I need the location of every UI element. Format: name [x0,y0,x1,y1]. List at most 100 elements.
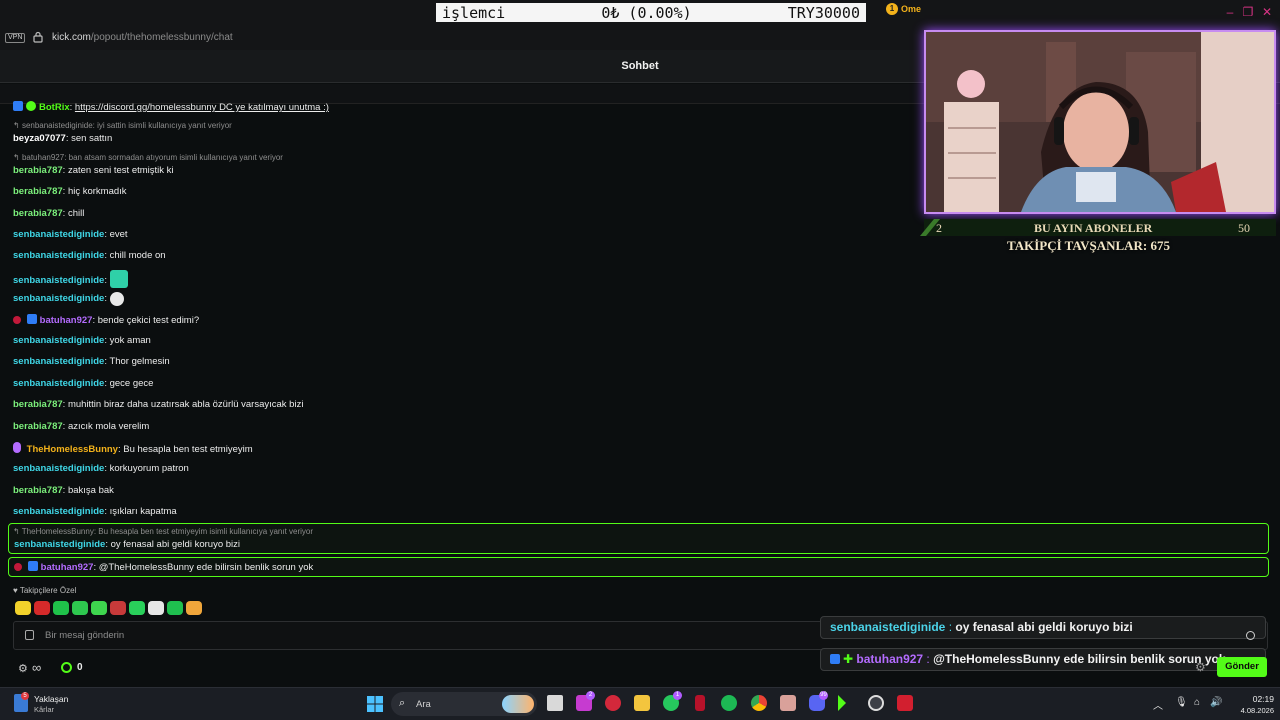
overlay-username: batuhan927 [856,652,924,666]
chat-username[interactable]: BotRix [39,102,70,113]
emote-icon[interactable] [167,601,183,615]
close-icon[interactable]: ✕ [1261,6,1273,18]
spotify-icon[interactable] [721,695,737,711]
image-viewer-icon[interactable] [780,695,796,711]
verified-badge-icon [26,101,36,111]
chat-text: bende çekici test edimi? [97,315,200,326]
emote-icon[interactable] [53,601,69,615]
maximize-icon[interactable]: ❐ [1242,6,1254,18]
chat-username[interactable]: beyza07077 [13,133,66,144]
chat-username[interactable]: batuhan927 [41,562,94,573]
network-icon[interactable]: ⌂ [1194,697,1200,708]
emote-icon[interactable] [110,601,126,615]
emote-icon[interactable] [109,292,124,306]
emoji-picker-icon[interactable] [1246,631,1255,640]
chat-text: oy fenasal abi geldi koruyo bizi [110,539,240,550]
emote-icon[interactable] [72,601,88,615]
plus-badge-icon: ✚ [843,652,854,666]
minimize-icon[interactable]: – [1224,6,1236,18]
chat-username[interactable]: berabia787 [13,421,63,432]
bot-badge-icon [27,561,38,571]
chat-text: Thor gelmesin [109,356,170,367]
emote-icon[interactable] [34,601,50,615]
settings-icon[interactable]: ⚙ [18,662,28,675]
ticker-label: işlemci [442,3,506,22]
chat-username[interactable]: berabia787 [13,399,63,410]
vpn-badge[interactable]: VPN [5,33,26,43]
emote-icon[interactable] [109,270,128,288]
notification-badge: 1 [673,691,682,700]
chat-username[interactable]: senbanaistediginide [13,250,104,261]
chat-username[interactable]: berabia787 [13,485,63,496]
chat-username[interactable]: senbanaistediginide [13,229,104,240]
chat-username[interactable]: batuhan927 [40,315,93,326]
chrome-icon[interactable] [751,695,767,711]
chat-settings-icon[interactable]: ⚙ [1195,660,1206,674]
chat-username[interactable]: berabia787 [13,208,63,219]
price-ticker: işlemci 0₺ (0.00%) TRY30000 [436,3,866,22]
channel-points-icon[interactable] [61,662,72,673]
chat-message: batuhan927: @TheHomelessBunny ede bilirs… [14,561,313,573]
chat-username[interactable]: senbanaistediginide [13,356,104,367]
overlay-separator: : [945,620,956,634]
send-button[interactable]: Gönder [1217,657,1267,677]
chat-text: ışıkları kapatma [109,506,177,517]
chat-input-placeholder: Bir mesaj gönderin [45,630,125,641]
app-icon[interactable] [695,695,705,711]
chat-username[interactable]: senbanaistediginide [13,506,104,517]
chevron-up-icon[interactable]: ︿ [1153,697,1163,712]
microphone-icon[interactable]: 🎙 [1175,697,1188,708]
windows-start-icon[interactable] [367,696,383,712]
chat-username[interactable]: senbanaistediginide [13,378,104,389]
chat-message: senbanaistediginide: chill mode on [13,250,166,261]
clock-date[interactable]: 4.08.2026 [1222,706,1274,715]
chat-username[interactable]: senbanaistediginide [14,539,105,550]
chat-message: berabia787: azıcık mola verelim [13,421,150,432]
chat-username[interactable]: senbanaistediginide [13,463,104,474]
subscriber-goal-title: BU AYIN ABONELER [1034,221,1153,235]
leaderboard-user[interactable]: Ome [901,4,921,14]
chat-username[interactable]: berabia787 [13,186,63,197]
address-bar[interactable]: kick.com/popout/thehomelessbunny/chat [52,32,233,43]
reply-context: ↰ TheHomelessBunny: Bu hesapla ben test … [13,527,314,536]
emote-bar [15,601,202,615]
emote-icon[interactable] [91,601,107,615]
obs-icon[interactable] [868,695,884,711]
chat-username[interactable]: senbanaistediginide [13,335,104,346]
chat-username[interactable]: berabia787 [13,165,63,176]
chat-text: https://discord.gg/homelessbunny DC ye k… [74,102,329,113]
task-view-icon[interactable] [547,695,563,711]
gift-icon[interactable]: 1 [886,3,898,15]
streaming-app-icon[interactable] [897,695,913,711]
file-explorer-icon[interactable] [634,695,650,711]
emote-icon[interactable] [148,601,164,615]
chat-text: hiç korkmadık [67,186,127,197]
chat-text: muhittin biraz daha uzatırsak abla özürl… [67,399,304,410]
chat-message: senbanaistediginide: [13,270,128,288]
chat-username[interactable]: senbanaistediginide [13,275,104,286]
chat-message: senbanaistediginide: ışıkları kapatma [13,506,177,517]
volume-icon[interactable]: 🔊 [1210,697,1222,708]
emote-icon[interactable] [129,601,145,615]
chat-text: gece gece [109,378,154,389]
widgets-badge: 5 [21,692,29,700]
chat-username[interactable]: TheHomelessBunny [27,444,118,455]
chat-message: senbanaistediginide: oy fenasal abi geld… [14,539,240,550]
chat-username[interactable]: senbanaistediginide [13,293,104,304]
infinity-icon[interactable]: ∞ [32,660,41,675]
ticker-value: 0₺ (0.00%) [601,3,692,22]
emote-icon[interactable] [15,601,31,615]
broadcaster-mic-icon [13,442,21,453]
kick-icon[interactable] [838,695,846,711]
subscriber-target: 50 [1238,221,1250,235]
bot-badge-icon [26,314,37,324]
chat-text: Bu hesapla ben test etmiyeyim [123,444,253,455]
overlay-separator: : [923,652,934,666]
widgets-title[interactable]: Yaklaşan [34,694,68,704]
chat-message: beyza07077: sen sattın [13,133,113,144]
subscriber-current: 2 [936,221,942,235]
opera-icon[interactable] [605,695,621,711]
clock-time[interactable]: 02:19 [1234,694,1274,704]
overlay-username: senbanaistediginide [830,620,946,634]
emote-icon[interactable] [186,601,202,615]
